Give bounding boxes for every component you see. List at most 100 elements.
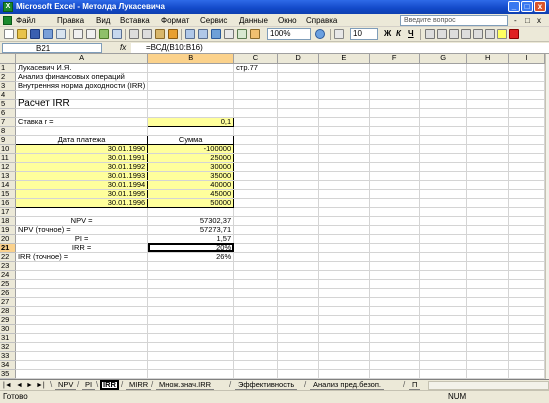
row-header[interactable]: 1 — [0, 63, 16, 73]
row-header[interactable]: 30 — [0, 324, 16, 334]
cell[interactable] — [419, 261, 468, 271]
cell[interactable] — [277, 288, 320, 298]
row-header[interactable]: 32 — [0, 342, 16, 352]
doc-close-button[interactable]: x — [537, 14, 541, 27]
cell[interactable] — [369, 279, 420, 289]
comma-style-icon[interactable] — [473, 29, 483, 39]
cell[interactable] — [15, 126, 149, 136]
cell[interactable] — [419, 198, 468, 208]
column-header[interactable]: B — [147, 54, 235, 64]
hyperlink-icon[interactable] — [211, 29, 221, 39]
cell[interactable] — [15, 360, 149, 370]
row-header[interactable]: 13 — [0, 171, 16, 181]
cell[interactable] — [369, 189, 420, 199]
cell[interactable] — [277, 351, 320, 361]
cell[interactable] — [147, 108, 235, 118]
underline-button[interactable]: Ч — [408, 28, 414, 40]
cell[interactable] — [369, 270, 420, 280]
tab-irr[interactable]: IRR — [100, 380, 119, 390]
cell[interactable] — [277, 360, 320, 370]
cell[interactable] — [15, 270, 149, 280]
cell[interactable] — [147, 315, 235, 325]
cell[interactable] — [277, 63, 320, 73]
cell[interactable] — [277, 90, 320, 100]
cell[interactable] — [419, 252, 468, 262]
next-sheet-icon[interactable]: ► — [26, 381, 33, 390]
cell-a3[interactable]: Внутренняя норма доходности (IRR) — [15, 81, 149, 91]
cell[interactable] — [508, 72, 545, 82]
cell[interactable] — [419, 117, 468, 127]
cell[interactable] — [233, 306, 278, 316]
cell[interactable] — [369, 225, 420, 235]
cut-icon[interactable] — [129, 29, 139, 39]
cell[interactable] — [277, 207, 320, 217]
cell[interactable] — [277, 117, 320, 127]
cell[interactable] — [466, 153, 510, 163]
cell[interactable] — [318, 297, 370, 307]
cell[interactable] — [233, 135, 278, 145]
cell[interactable] — [277, 342, 320, 352]
cell[interactable] — [233, 279, 278, 289]
row-header[interactable]: 20 — [0, 234, 16, 244]
cell[interactable] — [419, 207, 468, 217]
cell[interactable] — [419, 333, 468, 343]
cell[interactable] — [369, 144, 420, 154]
cell[interactable] — [318, 279, 370, 289]
row-header[interactable]: 8 — [0, 126, 16, 136]
cell[interactable] — [277, 261, 320, 271]
cell[interactable] — [369, 297, 420, 307]
cell[interactable] — [15, 342, 149, 352]
column-header[interactable]: H — [466, 54, 510, 64]
date-cell[interactable]: 30.01.1993 — [14, 171, 149, 181]
cell[interactable] — [318, 171, 370, 181]
menu-tools[interactable]: Сервис — [200, 14, 227, 27]
cell[interactable] — [508, 171, 545, 181]
cell[interactable] — [466, 180, 510, 190]
cell[interactable] — [15, 315, 149, 325]
minimize-button[interactable]: _ — [508, 1, 520, 12]
print-icon[interactable] — [73, 29, 83, 39]
cell-c1[interactable]: стр.77 — [233, 63, 278, 73]
cell[interactable] — [369, 180, 420, 190]
column-header[interactable]: A — [15, 54, 149, 64]
cell[interactable] — [233, 90, 278, 100]
cell-a21[interactable]: IRR = — [15, 243, 149, 253]
cell[interactable] — [15, 351, 149, 361]
cell[interactable] — [508, 261, 545, 271]
cell[interactable] — [508, 180, 545, 190]
cell[interactable] — [419, 171, 468, 181]
chart-wizard-icon[interactable] — [250, 29, 260, 39]
tab-pi[interactable]: PI — [82, 380, 96, 390]
cell[interactable] — [419, 72, 468, 82]
cell[interactable] — [233, 144, 278, 154]
row-header[interactable]: 12 — [0, 162, 16, 172]
cell[interactable] — [277, 198, 320, 208]
email-icon[interactable] — [56, 29, 66, 39]
cell[interactable] — [147, 279, 235, 289]
percent-style-icon[interactable] — [461, 29, 471, 39]
print-preview-icon[interactable] — [86, 29, 96, 39]
cell[interactable] — [419, 144, 468, 154]
cell[interactable] — [466, 162, 510, 172]
cell[interactable] — [508, 243, 545, 253]
cell[interactable] — [318, 90, 370, 100]
excel-app-icon[interactable]: X — [3, 2, 13, 12]
date-cell[interactable]: 30.01.1992 — [14, 162, 149, 172]
worksheet-grid[interactable]: A B C D E F G H I 1 Лукасевич И.Я. стр.7… — [0, 54, 545, 379]
cell[interactable] — [369, 252, 420, 262]
doc-restore-button[interactable]: □ — [525, 14, 530, 27]
cell[interactable] — [277, 270, 320, 280]
cell[interactable] — [419, 342, 468, 352]
cell[interactable] — [233, 81, 278, 91]
cell[interactable] — [318, 243, 370, 253]
cell[interactable] — [318, 72, 370, 82]
cell[interactable] — [15, 324, 149, 334]
cell[interactable] — [277, 297, 320, 307]
cell[interactable] — [277, 315, 320, 325]
font-name-dropdown-icon[interactable] — [334, 29, 344, 39]
row-header[interactable]: 19 — [0, 225, 16, 235]
cell[interactable] — [419, 126, 468, 136]
cell-a20[interactable]: PI = — [15, 234, 149, 244]
cell[interactable] — [318, 108, 370, 118]
cell[interactable] — [277, 144, 320, 154]
